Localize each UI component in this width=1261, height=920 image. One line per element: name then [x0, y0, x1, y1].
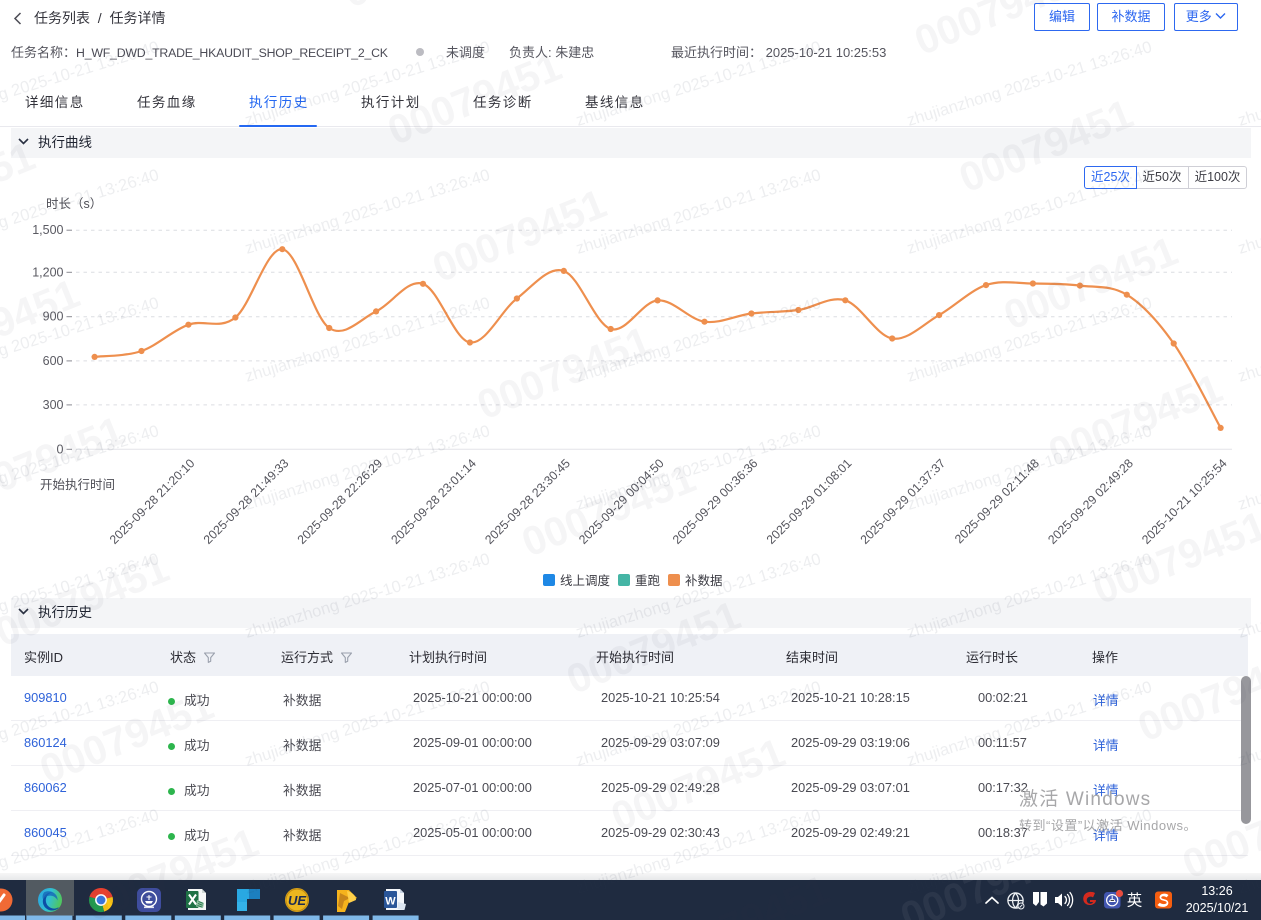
svg-text:2025-10-21 10:25:54: 2025-10-21 10:25:54 — [1139, 456, 1230, 547]
svg-text:时长（s）: 时长（s） — [46, 197, 102, 211]
svg-text:开始执行时间: 开始执行时间 — [40, 478, 115, 492]
svg-text:2025-09-29 01:37:37: 2025-09-29 01:37:37 — [858, 456, 949, 547]
svg-text:2025-09-28 21:20:10: 2025-09-28 21:20:10 — [107, 456, 198, 547]
svg-text:zhujianzhong 2025-10-21 13:26:: zhujianzhong 2025-10-21 13:26:40 — [905, 550, 1154, 642]
svg-text:2025-09-28 21:49:33: 2025-09-28 21:49:33 — [201, 456, 292, 547]
svg-text:2025-09-29 02:11:48: 2025-09-29 02:11:48 — [952, 456, 1042, 546]
svg-text:00079451: 00079451 — [894, 880, 1080, 920]
svg-text:1,200: 1,200 — [32, 265, 63, 279]
svg-text:zhujianzhong 2025-10-21 13:26:: zhujianzhong 2025-10-21 13:26:40 — [574, 550, 823, 642]
svg-text:600: 600 — [43, 354, 64, 368]
svg-text:英: 英 — [1127, 892, 1143, 910]
svg-text:1,500: 1,500 — [32, 223, 63, 237]
svg-text:2025-09-28 23:30:45: 2025-09-28 23:30:45 — [482, 456, 573, 547]
svg-text:2025-09-29 00:36:36: 2025-09-29 00:36:36 — [670, 456, 761, 547]
svg-text:300: 300 — [43, 398, 64, 412]
svg-text:900: 900 — [43, 310, 64, 324]
svg-text:0: 0 — [57, 442, 64, 456]
svg-text:2025-09-29 01:08:01: 2025-09-29 01:08:01 — [764, 456, 855, 547]
svg-text:2025-09-28 22:26:29: 2025-09-28 22:26:29 — [295, 456, 386, 547]
svg-text:2025-09-29 00:04:50: 2025-09-29 00:04:50 — [576, 456, 667, 547]
svg-text:W: W — [385, 896, 396, 908]
svg-text:zhujianzhong 2025-10-21 13:26:: zhujianzhong 2025-10-21 13:26:40 — [243, 550, 492, 642]
svg-text:2025-09-28 23:01:14: 2025-09-28 23:01:14 — [388, 456, 479, 547]
svg-text:UE: UE — [288, 893, 306, 908]
svg-text:zhujianzhong 2025-10-21 13:26:: zhujianzhong 2025-10-21 13:26:40 — [1236, 550, 1261, 642]
svg-text:2025-09-29 02:49:28: 2025-09-29 02:49:28 — [1045, 456, 1136, 547]
